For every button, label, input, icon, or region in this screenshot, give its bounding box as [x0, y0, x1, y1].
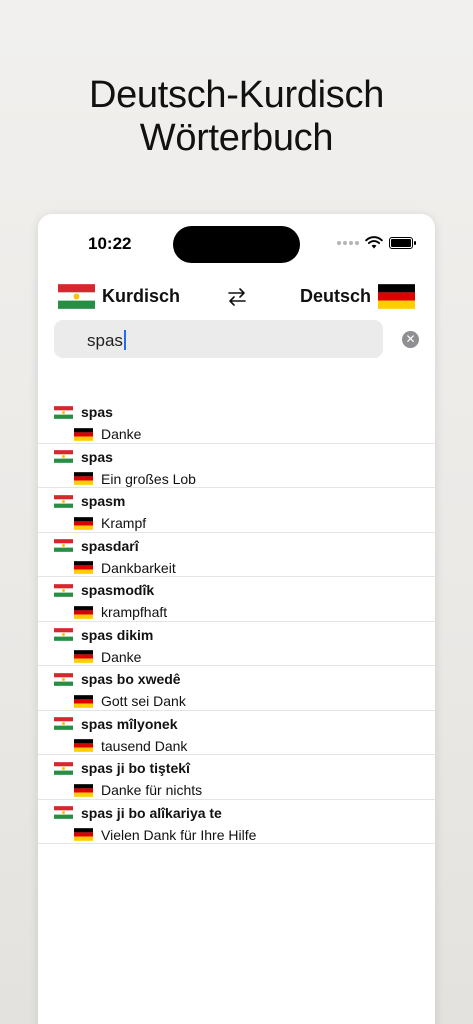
kurdistan-flag-icon: [58, 284, 95, 309]
german-translation: tausend Dank: [101, 737, 188, 754]
german-translation: Danke: [101, 426, 142, 442]
kurdish-term-row: spasm: [54, 493, 125, 509]
germany-flag-icon: [378, 284, 415, 309]
results-list: spas Danke spas Ein großes Lob spasm Kra…: [38, 399, 435, 844]
result-item[interactable]: spasmodîk krampfhaft: [38, 577, 435, 622]
language-bar: Kurdisch Deutsch: [38, 284, 435, 312]
kurdish-term-row: spas: [54, 404, 113, 420]
german-translation: Danke: [101, 648, 142, 665]
germany-flag-icon: [74, 472, 93, 485]
result-item[interactable]: spas Danke: [38, 399, 435, 444]
kurdish-term-row: spas ji bo tiştekî: [54, 760, 190, 776]
kurdistan-flag-icon: [54, 450, 73, 463]
germany-flag-icon: [74, 694, 93, 708]
german-translation: Krampf: [101, 515, 147, 531]
german-translation: Dankbarkeit: [101, 559, 176, 576]
swap-languages-icon[interactable]: [226, 286, 248, 308]
result-item[interactable]: spas bo xwedê Gott sei Dank: [38, 666, 435, 711]
headline-line-2: Wörterbuch: [139, 117, 334, 159]
german-translation: Danke für nichts: [101, 782, 203, 798]
german-translation-row: krampfhaft: [74, 604, 167, 620]
german-translation-row: Danke: [74, 426, 141, 442]
result-item[interactable]: spas ji bo tiştekî Danke für nichts: [38, 755, 435, 800]
kurdistan-flag-icon: [54, 405, 73, 419]
german-translation-row: Gott sei Dank: [74, 693, 186, 709]
result-item[interactable]: spasm Krampf: [38, 488, 435, 533]
kurdish-term: spas dikim: [81, 626, 154, 643]
german-translation-row: Dankbarkeit: [74, 560, 176, 576]
headline-line-1: Deutsch-Kurdisch: [88, 74, 385, 116]
source-language[interactable]: Kurdisch: [58, 284, 180, 309]
kurdish-term-row: spas: [54, 449, 113, 465]
germany-flag-icon: [74, 561, 93, 574]
cellular-signal-icon: [337, 240, 359, 245]
kurdish-term: spas ji bo alîkariya te: [81, 804, 222, 821]
text-caret: [123, 330, 126, 350]
kurdish-term-row: spas mîlyonek: [54, 716, 178, 732]
germany-flag-icon: [74, 828, 93, 841]
kurdish-term: spas: [81, 404, 113, 420]
german-translation-row: Danke für nichts: [74, 782, 202, 798]
result-item[interactable]: spas ji bo alîkariya te Vielen Dank für …: [38, 800, 435, 844]
german-translation: Vielen Dank für Ihre Hilfe: [101, 826, 257, 843]
german-translation-row: Vielen Dank für Ihre Hilfe: [74, 827, 256, 843]
target-language[interactable]: Deutsch: [300, 284, 415, 309]
kurdistan-flag-icon: [54, 672, 73, 686]
kurdistan-flag-icon: [54, 583, 73, 597]
germany-flag-icon: [74, 783, 93, 797]
german-translation-row: Krampf: [74, 515, 146, 531]
kurdish-term-row: spasdarî: [54, 538, 139, 554]
kurdistan-flag-icon: [54, 717, 73, 730]
kurdish-term-row: spas dikim: [54, 627, 153, 643]
result-item[interactable]: spasdarî Dankbarkeit: [38, 533, 435, 577]
kurdistan-flag-icon: [54, 761, 73, 775]
target-language-label: Deutsch: [299, 286, 371, 306]
kurdish-term: spas bo xwedê: [81, 671, 181, 687]
kurdistan-flag-icon: [54, 628, 73, 641]
germany-flag-icon: [74, 605, 93, 619]
germany-flag-icon: [74, 427, 93, 441]
result-item[interactable]: spas mîlyonek tausend Dank: [38, 711, 435, 755]
search-input[interactable]: spas: [54, 320, 383, 358]
battery-icon: [389, 236, 416, 249]
source-language-label: Kurdisch: [102, 286, 181, 306]
german-translation-row: tausend Dank: [74, 738, 187, 754]
kurdistan-flag-icon: [54, 539, 73, 552]
kurdish-term-row: spasmodîk: [54, 582, 154, 598]
status-icons: [337, 236, 416, 249]
germany-flag-icon: [74, 739, 93, 752]
kurdish-term-row: spas bo xwedê: [54, 671, 181, 687]
kurdistan-flag-icon: [54, 494, 73, 508]
kurdish-term: spasdarî: [81, 537, 139, 554]
phone-screen: 10:22 Kurdisch Deutsch spas ✕ spas Danke…: [38, 214, 435, 1024]
promo-headline: Deutsch-Kurdisch Wörterbuch: [0, 74, 473, 160]
kurdish-term: spas: [81, 448, 113, 465]
german-translation-row: Ein großes Lob: [74, 471, 196, 487]
german-translation: krampfhaft: [101, 604, 168, 620]
kurdistan-flag-icon: [54, 806, 73, 819]
kurdish-term: spasm: [81, 493, 126, 509]
kurdish-term: spas ji bo tiştekî: [81, 760, 190, 776]
status-time: 10:22: [88, 234, 132, 253]
germany-flag-icon: [74, 516, 93, 530]
clear-search-icon[interactable]: ✕: [402, 331, 419, 348]
dynamic-island: [173, 226, 300, 263]
wifi-icon: [365, 236, 383, 249]
search-input-text: spas: [87, 330, 126, 351]
kurdish-term: spasmodîk: [81, 582, 155, 598]
german-translation: Ein großes Lob: [101, 470, 196, 487]
germany-flag-icon: [74, 650, 93, 663]
kurdish-term: spas mîlyonek: [81, 715, 178, 732]
german-translation: Gott sei Dank: [101, 693, 186, 709]
search-row: spas ✕: [54, 320, 419, 358]
search-value: spas: [87, 331, 123, 350]
result-item[interactable]: spas Ein großes Lob: [38, 444, 435, 488]
german-translation-row: Danke: [74, 649, 141, 665]
kurdish-term-row: spas ji bo alîkariya te: [54, 805, 222, 821]
result-item[interactable]: spas dikim Danke: [38, 622, 435, 666]
